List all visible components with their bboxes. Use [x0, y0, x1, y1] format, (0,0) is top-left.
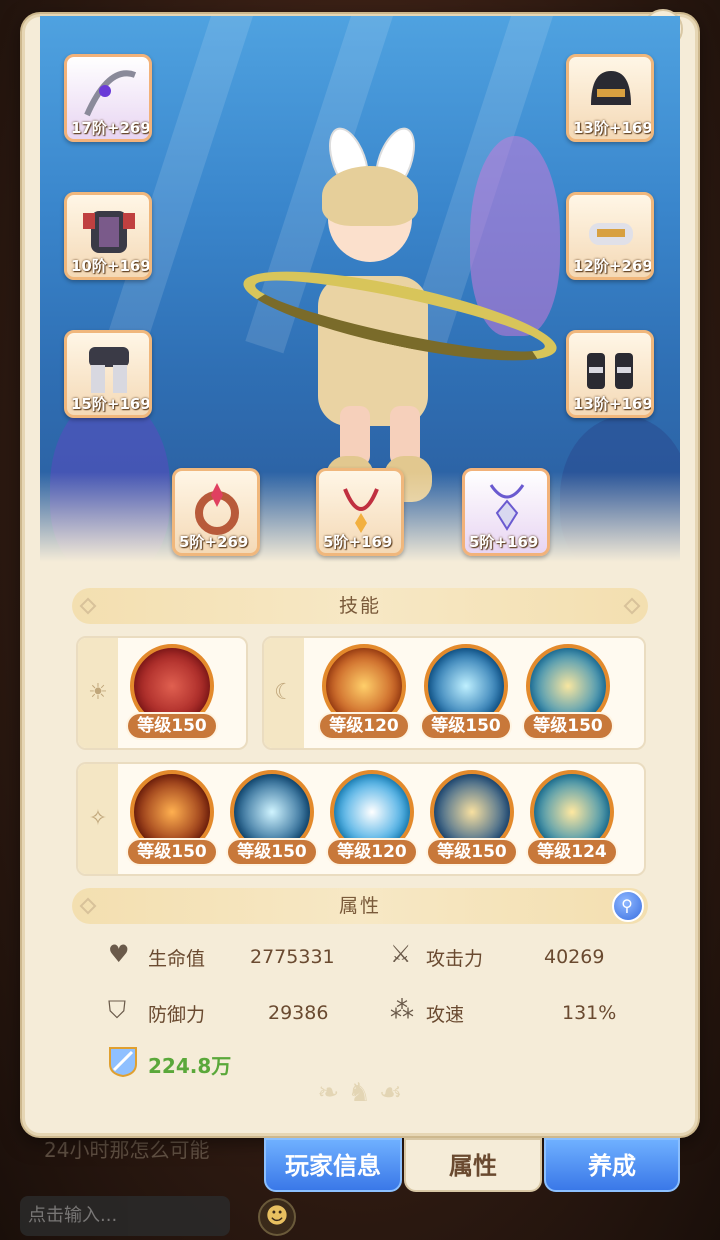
search-icon[interactable]: ⚲ [612, 890, 644, 922]
gear-slot-amulet[interactable]: 5阶+169 [462, 468, 550, 556]
heart-icon: ♥ [108, 940, 130, 968]
gear-slot-boots[interactable]: 13阶+169 [566, 330, 654, 418]
gear-level: 15阶 [71, 395, 107, 413]
skill-group-star: ✧ 等级150 等级150 等级120 等级150 等级124 [76, 762, 646, 876]
skill-slot[interactable]: 等级120 [318, 644, 410, 746]
gear-plus: +169 [608, 119, 653, 137]
boots-icon [587, 353, 633, 389]
chat-last-message: 24小时那怎么可能 [44, 1138, 210, 1162]
crossed-swords-icon: ⚔ [390, 940, 412, 968]
tab-attributes[interactable]: 属性 [404, 1138, 542, 1192]
gear-slot-ring[interactable]: 5阶+269 [172, 468, 260, 556]
skill-level: 等级120 [326, 838, 418, 866]
skill-slot[interactable]: 等级120 [326, 770, 418, 872]
gauntlet-icon [589, 223, 633, 245]
moon-icon: ☾ [264, 638, 304, 748]
gear-plus: +169 [494, 533, 539, 551]
helmet-icon [591, 71, 631, 105]
emoji-button[interactable]: ☻ [258, 1198, 296, 1236]
spd-value: 131% [562, 1002, 617, 1024]
skill-group-moon: ☾ 等级120 等级150 等级150 [262, 636, 646, 750]
gear-slot-gloves[interactable]: 12阶+269 [566, 192, 654, 280]
sparkle-icon: ✧ [78, 764, 118, 874]
skills-title: 技能 [338, 595, 381, 617]
leg-armor-icon [89, 347, 129, 393]
skill-level: 等级150 [522, 712, 614, 740]
skill-slot[interactable]: 等级150 [420, 644, 512, 746]
skills-section-header: 技能 [72, 588, 648, 624]
gear-slot-helmet[interactable]: 13阶+169 [566, 54, 654, 142]
gear-slot-armor[interactable]: 10阶+169 [64, 192, 152, 280]
gear-level: 5阶 [469, 533, 495, 551]
skill-slot[interactable]: 等级150 [126, 644, 218, 746]
skill-group-sun: ☀ 等级150 [76, 636, 248, 750]
gear-plus: +269 [608, 257, 653, 275]
def-label: 防御力 [148, 1004, 206, 1026]
atk-value: 40269 [544, 946, 605, 968]
skill-level: 等级150 [226, 838, 318, 866]
skill-slot[interactable]: 等级150 [226, 770, 318, 872]
hp-value: 2775331 [250, 946, 335, 968]
def-value: 29386 [268, 1002, 329, 1024]
amulet-icon [489, 484, 525, 531]
gear-level: 5阶 [323, 533, 349, 551]
atk-label: 攻击力 [426, 948, 484, 970]
power-shield-icon [109, 1047, 137, 1078]
gear-slot-necklace[interactable]: 5阶+169 [316, 468, 404, 556]
tab-player-info[interactable]: 玩家信息 [264, 1138, 402, 1192]
shield-icon: ⛉ [108, 996, 126, 1024]
power-value: 224.8万 [148, 1054, 232, 1078]
gear-slot-legs[interactable]: 15阶+169 [64, 330, 152, 418]
skill-slot[interactable]: 等级150 [426, 770, 518, 872]
bow-icon [84, 70, 137, 117]
ring-icon [195, 483, 239, 535]
skill-slot[interactable]: 等级150 [522, 644, 614, 746]
attributes-section-header: 属性 ⚲ [72, 888, 648, 924]
chat-input[interactable]: 点击输入... [20, 1196, 230, 1236]
gear-level: 5阶 [179, 533, 205, 551]
gear-level: 17阶 [71, 119, 107, 137]
speed-nodes-icon: ⁂ [390, 996, 414, 1024]
gear-plus: +269 [106, 119, 151, 137]
attributes-title: 属性 [338, 895, 381, 917]
gear-plus: +169 [106, 395, 151, 413]
gear-plus: +169 [348, 533, 393, 551]
gear-level: 13阶 [573, 119, 609, 137]
gear-plus: +169 [608, 395, 653, 413]
tab-develop[interactable]: 养成 [544, 1138, 680, 1192]
skill-level: 等级150 [126, 838, 218, 866]
skill-level: 等级150 [420, 712, 512, 740]
cat-ornament-icon: ❧ ♞ ☙ [317, 1078, 403, 1108]
gear-level: 12阶 [573, 257, 609, 275]
spd-label: 攻速 [426, 1004, 465, 1026]
gear-plus: +169 [106, 257, 151, 275]
skill-slot[interactable]: 等级150 [126, 770, 218, 872]
gear-level: 13阶 [573, 395, 609, 413]
gear-slot-weapon[interactable]: 17阶+269 [64, 54, 152, 142]
skill-level: 等级150 [126, 712, 218, 740]
sun-icon: ☀ [78, 638, 118, 748]
skill-slot[interactable]: 等级124 [526, 770, 618, 872]
armor-icon [83, 211, 135, 253]
gear-plus: +269 [204, 533, 249, 551]
gear-level: 10阶 [71, 257, 107, 275]
skill-level: 等级150 [426, 838, 518, 866]
skill-level: 等级124 [526, 838, 618, 866]
necklace-icon [343, 488, 379, 533]
hp-label: 生命值 [148, 948, 206, 970]
skill-level: 等级120 [318, 712, 410, 740]
